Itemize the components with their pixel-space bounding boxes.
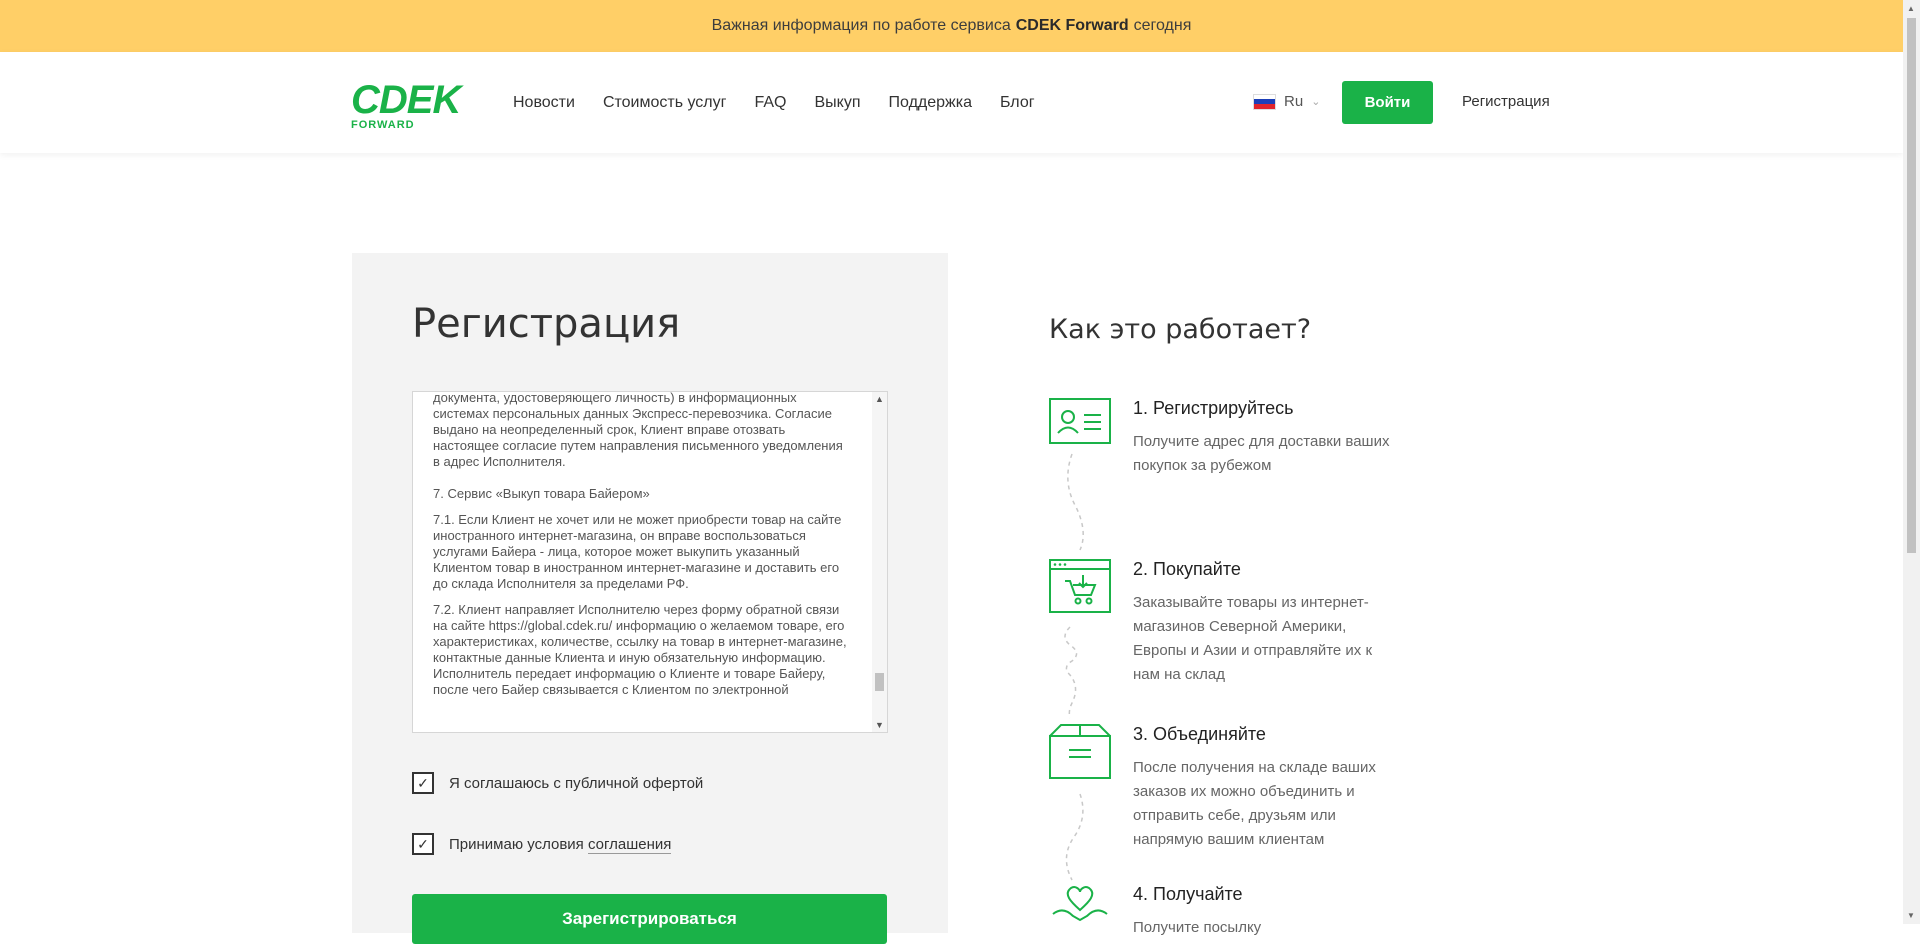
terms-checkbox-label: Принимаю условия bbox=[449, 835, 584, 853]
logo[interactable]: CDEK FORWARD bbox=[351, 78, 471, 134]
terms-scrollbar[interactable]: ▲ ▼ bbox=[872, 392, 887, 732]
banner-highlight: CDEK Forward bbox=[1015, 17, 1129, 34]
register-submit-button[interactable]: Зарегистрироваться bbox=[412, 894, 887, 944]
banner-text: Важная информация по работе сервиса bbox=[711, 17, 1011, 34]
terms-paragraph: 7. Сервис «Выкуп товара Байером» bbox=[433, 486, 650, 501]
page-scroll-thumb[interactable] bbox=[1907, 18, 1916, 553]
step-text: Заказывайте товары из интернет-магазинов… bbox=[1133, 594, 1373, 683]
shopping-cart-icon bbox=[1049, 559, 1111, 613]
logo-main-text: CDEK bbox=[351, 78, 461, 122]
step-title: 1. Регистрируйтесь bbox=[1133, 398, 1294, 418]
step-text: Получите посылку bbox=[1133, 919, 1262, 936]
page-scrollbar[interactable]: ▲ ▼ bbox=[1903, 0, 1920, 924]
step-text: После получения на складе ваших заказов … bbox=[1133, 759, 1376, 848]
scroll-up-arrow-icon[interactable]: ▲ bbox=[875, 394, 884, 404]
nav-pricing[interactable]: Стоимость услуг bbox=[603, 94, 727, 112]
step-title: 4. Получайте bbox=[1133, 884, 1243, 904]
dashed-connector-loop bbox=[1064, 626, 1078, 719]
terms-paragraph: документа, удостоверяющего личность) в и… bbox=[433, 391, 843, 469]
russia-flag-icon bbox=[1253, 93, 1276, 110]
how-it-works-title: Как это работает? bbox=[1049, 314, 1312, 345]
banner-text-end: сегодня bbox=[1133, 17, 1192, 34]
info-banner[interactable]: Важная информация по работе сервиса CDEK… bbox=[0, 0, 1903, 52]
page-title: Регистрация bbox=[412, 301, 681, 347]
terms-checkbox-row[interactable]: ✓ Принимаю условия соглашения bbox=[412, 833, 672, 855]
offer-checkbox-row[interactable]: ✓ Я соглашаюсь с публичной офертой bbox=[412, 772, 703, 794]
scroll-down-arrow-icon[interactable]: ▼ bbox=[875, 720, 884, 730]
nav-buyout[interactable]: Выкуп bbox=[815, 94, 861, 112]
box-icon bbox=[1049, 724, 1111, 779]
scroll-up-arrow-icon[interactable]: ▲ bbox=[1907, 4, 1915, 13]
site-header: CDEK FORWARD Новости Стоимость услуг FAQ… bbox=[0, 52, 1903, 153]
terms-paragraph: 7.1. Если Клиент не хочет или не может п… bbox=[433, 512, 842, 591]
terms-scroll-thumb[interactable] bbox=[875, 673, 884, 691]
registration-panel: Регистрация документа, удостоверяющего л… bbox=[352, 253, 948, 944]
heart-hands-icon bbox=[1052, 886, 1108, 922]
id-card-icon bbox=[1049, 398, 1111, 444]
nav-support[interactable]: Поддержка bbox=[889, 94, 972, 112]
language-selector[interactable]: Ru ⌄ bbox=[1253, 93, 1320, 110]
terms-checkbox[interactable]: ✓ bbox=[412, 833, 434, 855]
main-nav: Новости Стоимость услуг FAQ Выкуп Поддер… bbox=[513, 52, 1035, 153]
terms-content: документа, удостоверяющего личность) в и… bbox=[433, 391, 853, 708]
dashed-connector bbox=[1065, 793, 1084, 881]
language-label: Ru bbox=[1284, 93, 1304, 110]
chevron-down-icon: ⌄ bbox=[1311, 96, 1321, 108]
terms-paragraph: 7.2. Клиент направляет Исполнителю через… bbox=[433, 602, 847, 697]
register-link[interactable]: Регистрация bbox=[1462, 93, 1550, 110]
offer-checkbox-label: Я соглашаюсь с публичной офертой bbox=[449, 774, 704, 792]
nav-blog[interactable]: Блог bbox=[1000, 94, 1035, 112]
login-button[interactable]: Войти bbox=[1342, 81, 1433, 124]
offer-checkbox[interactable]: ✓ bbox=[412, 772, 434, 794]
dashed-connector bbox=[1067, 453, 1084, 551]
nav-faq[interactable]: FAQ bbox=[754, 94, 786, 112]
scroll-down-arrow-icon[interactable]: ▼ bbox=[1907, 911, 1915, 920]
nav-news[interactable]: Новости bbox=[513, 94, 575, 112]
step-text: Получите адрес для доставки ваших покупо… bbox=[1133, 433, 1390, 474]
agreement-link[interactable]: соглашения bbox=[587, 835, 672, 854]
step-title: 2. Покупайте bbox=[1133, 559, 1241, 579]
step-title: 3. Объединяйте bbox=[1133, 724, 1266, 744]
terms-textbox[interactable]: документа, удостоверяющего личность) в и… bbox=[412, 391, 888, 733]
